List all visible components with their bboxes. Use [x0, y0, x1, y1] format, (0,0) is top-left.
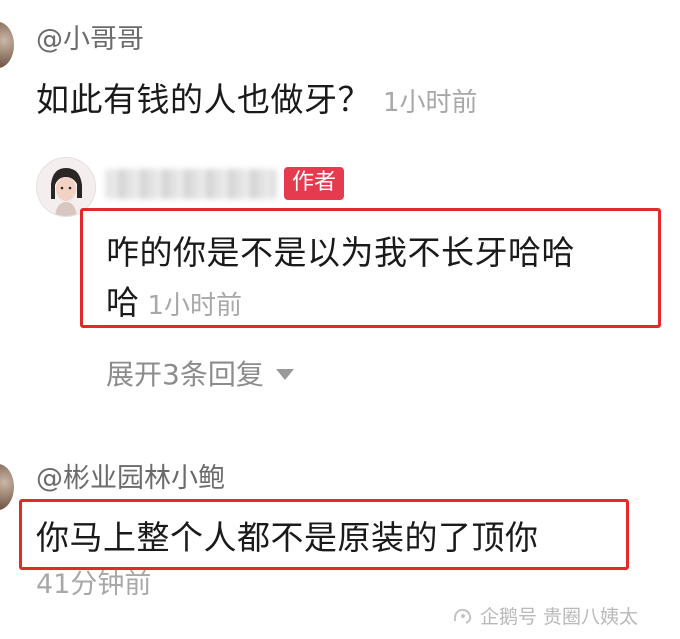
comment-text: 如此有钱的人也做牙？ [36, 80, 371, 119]
author-badge: 作者 [284, 167, 345, 200]
reply-text-line1: 咋的你是不是以为我不长牙哈哈 [106, 233, 575, 272]
watermark: 企鹅号 贵圈八姨太 [452, 602, 638, 629]
author-username-blurred[interactable] [106, 169, 276, 199]
penguin-logo-icon [453, 608, 472, 624]
comment-timestamp: 1小时前 [383, 88, 478, 118]
commenter-avatar[interactable] [0, 22, 14, 68]
comment-timestamp: 41分钟前 [36, 569, 152, 597]
reply-timestamp: 1小时前 [147, 291, 243, 321]
comment-timestamp-row: 41分钟前 [36, 565, 151, 597]
chevron-down-icon [275, 368, 294, 380]
comment-username[interactable]: @小哥哥 [36, 17, 144, 56]
comment-body: 如此有钱的人也做牙？ 1小时前 [36, 73, 478, 121]
expand-replies-button[interactable]: 展开3条回复 [106, 353, 294, 393]
expand-replies-label: 展开3条回复 [106, 358, 264, 391]
comment-text: 你马上整个人都不是原装的了顶你 [36, 518, 539, 557]
reply-body-line2: 哈 1小时前 [106, 276, 242, 324]
comment-username[interactable]: @彬业园林小鲍 [36, 456, 225, 495]
reply-text-line2: 哈 [106, 283, 140, 322]
commenter-avatar[interactable] [0, 464, 14, 510]
watermark-text: 企鹅号 贵圈八姨太 [480, 606, 639, 628]
